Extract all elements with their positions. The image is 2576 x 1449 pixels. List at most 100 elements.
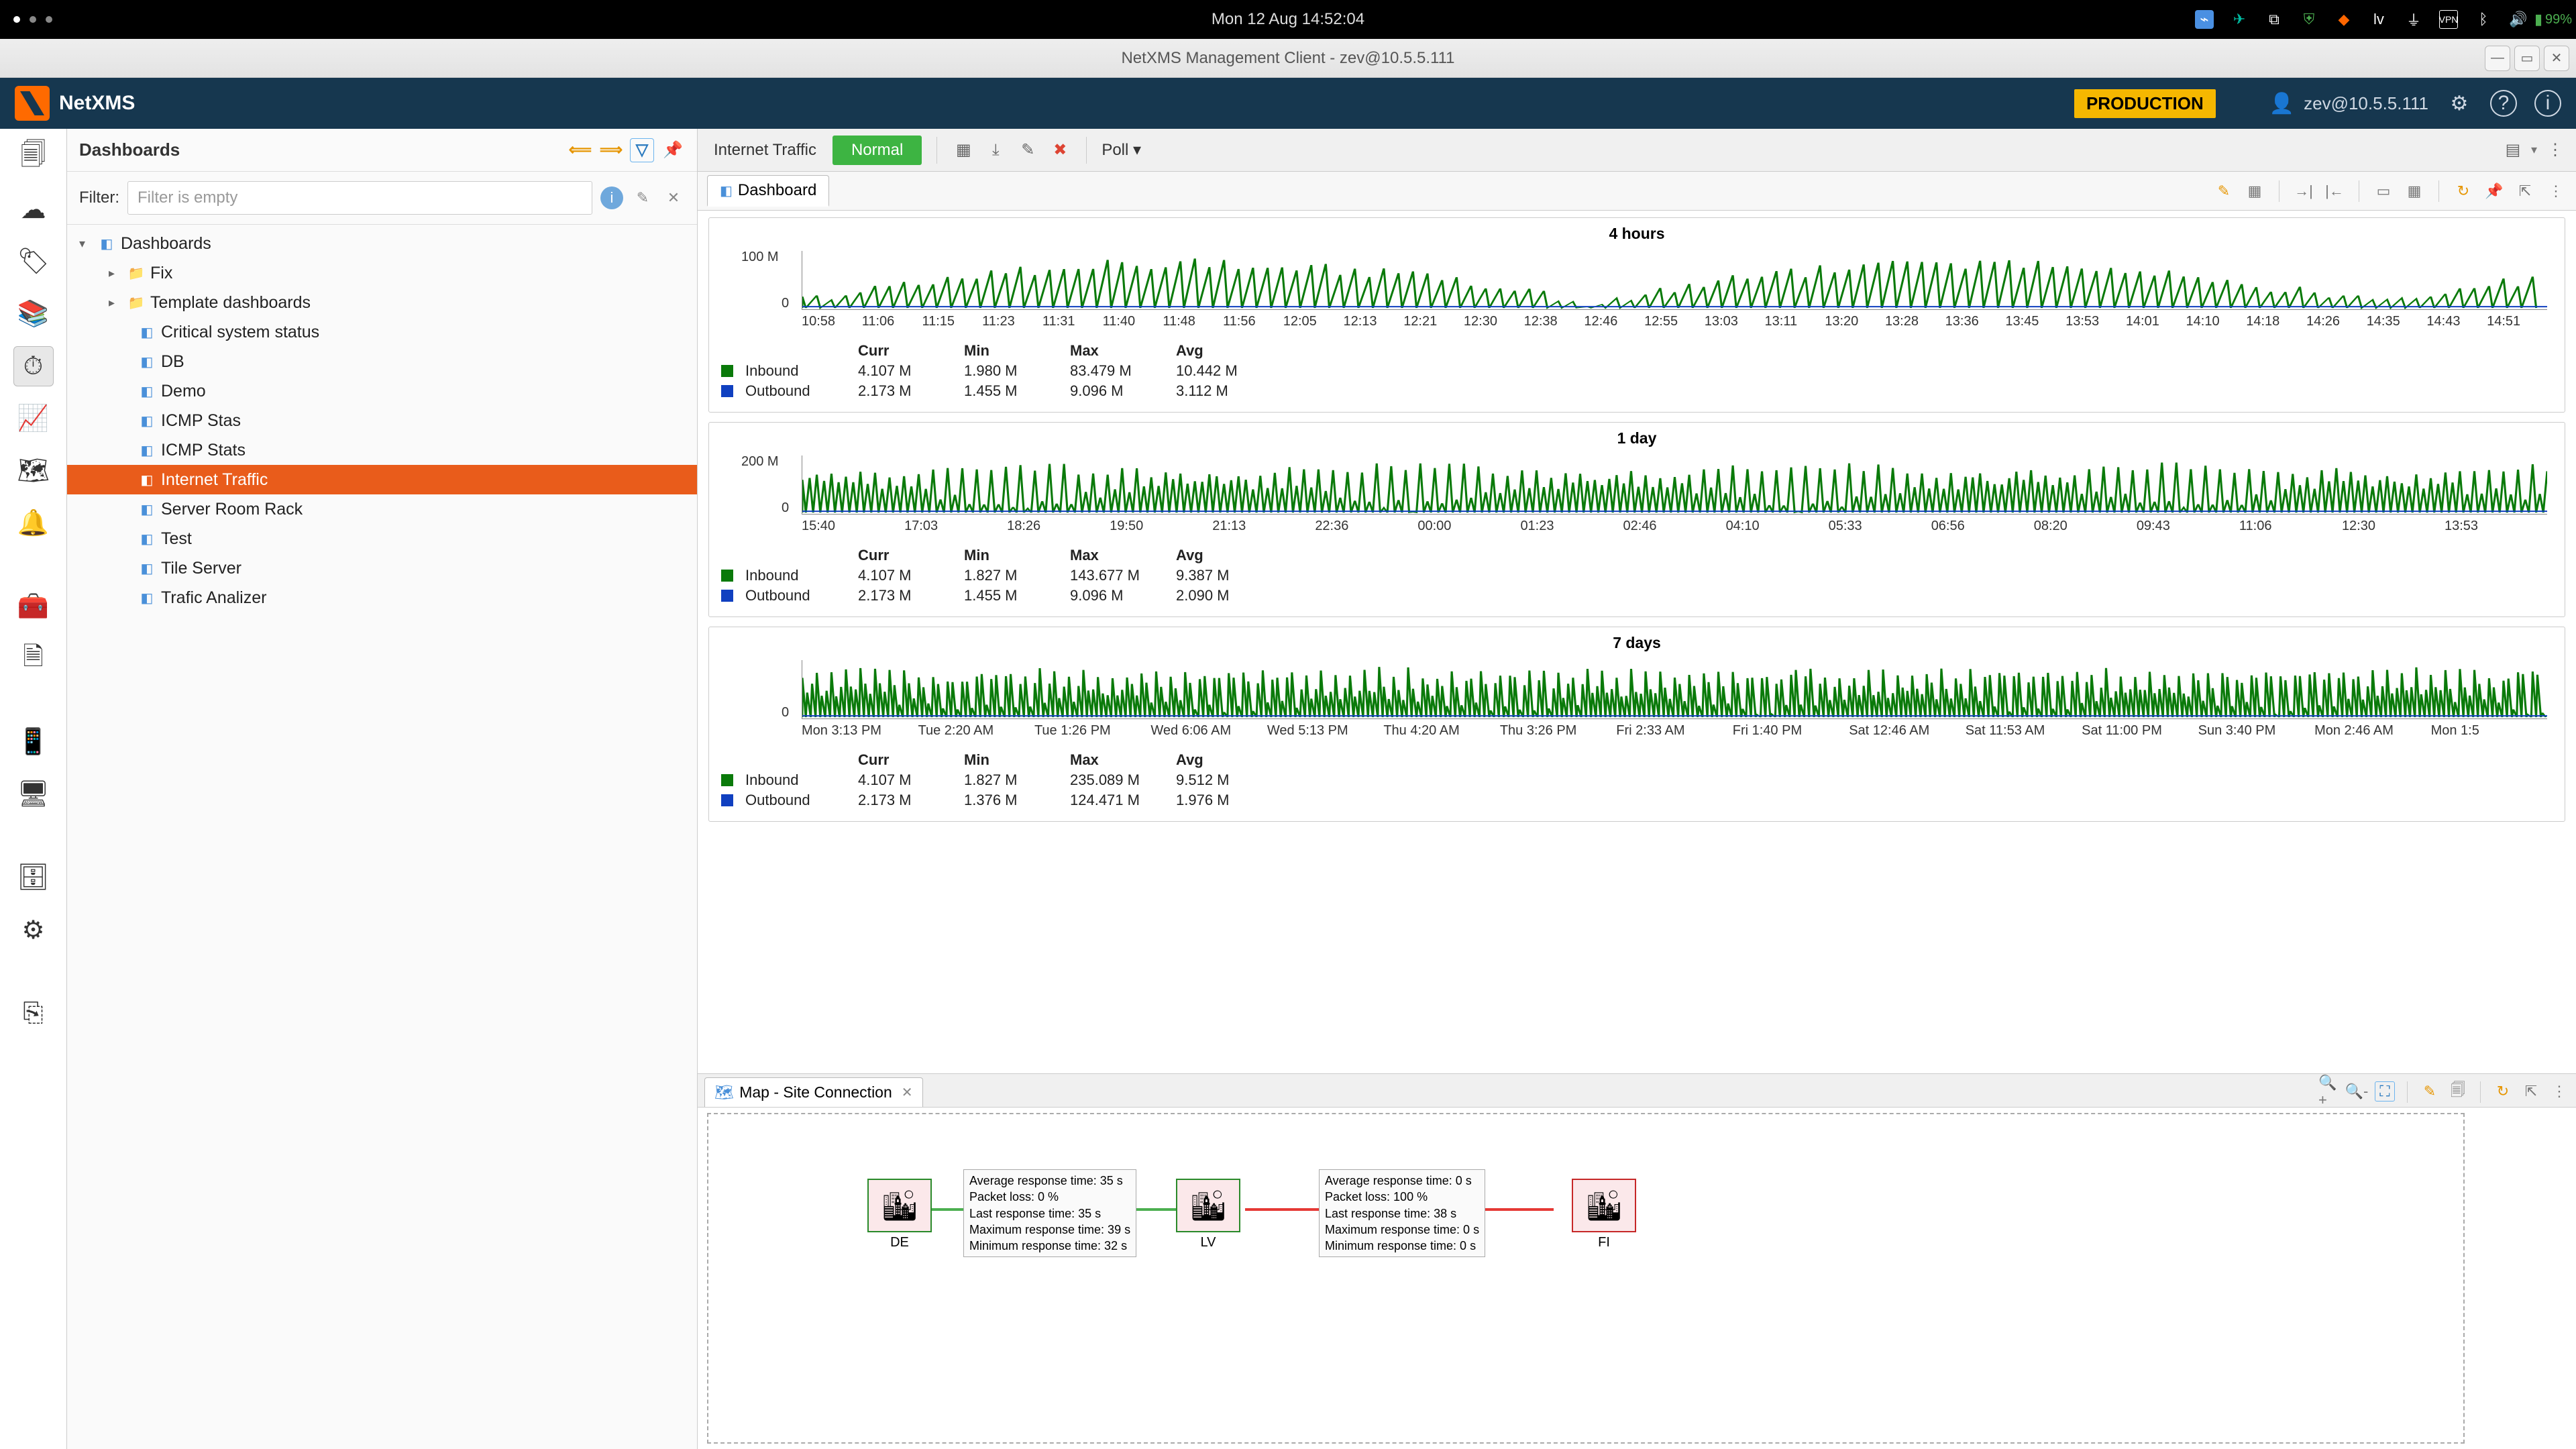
netxms-tray-icon[interactable]: ◆ xyxy=(2334,10,2353,29)
chart-plot[interactable]: 200 M 0 15:4017:0318:2619:5021:1322:3600… xyxy=(721,451,2553,539)
st-prev-icon[interactable]: |← xyxy=(2324,180,2345,202)
site-node-lv[interactable]: 🏙 LV xyxy=(1171,1179,1245,1250)
tb-grid-icon[interactable]: ▦ xyxy=(952,139,975,162)
window-minimize-button[interactable]: — xyxy=(2485,46,2510,71)
filter-close-icon[interactable]: ✕ xyxy=(662,186,685,209)
filter-clear-icon[interactable]: ✎ xyxy=(631,186,654,209)
rail-bell-icon[interactable]: 🔔 xyxy=(13,503,54,543)
zoom-in-icon[interactable]: 🔍+ xyxy=(2318,1081,2339,1102)
st-layout-icon[interactable]: ▦ xyxy=(2244,180,2265,202)
workspaces-indicator[interactable] xyxy=(13,16,52,23)
window-close-button[interactable]: ✕ xyxy=(2544,46,2569,71)
filter-info-icon[interactable]: i xyxy=(600,186,623,209)
vpn-icon[interactable]: VPN xyxy=(2439,10,2458,29)
info-icon[interactable]: i xyxy=(2534,90,2561,117)
st-kebab-icon[interactable]: ⋮ xyxy=(2545,180,2567,202)
tree-item[interactable]: ◧Test xyxy=(67,524,697,553)
subtab-dashboard[interactable]: ◧ Dashboard xyxy=(707,175,829,207)
workspace-dot[interactable] xyxy=(46,16,52,23)
tree-folder-fix[interactable]: ▸📁 Fix xyxy=(67,258,697,288)
zoom-out-icon[interactable]: 🔍- xyxy=(2347,1081,2367,1102)
map-tab[interactable]: 🗺 Map - Site Connection ✕ xyxy=(704,1077,923,1107)
tree-item[interactable]: ◧ICMP Stats xyxy=(67,435,697,465)
rail-gear-icon[interactable]: ⚙ xyxy=(13,910,54,950)
st-pin-icon[interactable]: 📌 xyxy=(2483,180,2505,202)
tree-item[interactable]: ◧Internet Traffic xyxy=(67,465,697,494)
telegram-icon[interactable]: ✈ xyxy=(2230,10,2249,29)
st-grid-icon[interactable]: ▦ xyxy=(2404,180,2425,202)
settings-sliders-icon[interactable]: ⚙ xyxy=(2446,90,2473,117)
st-popout-icon[interactable]: ⇱ xyxy=(2514,180,2536,202)
map-copy-icon[interactable]: 🗐 xyxy=(2448,1081,2468,1102)
volume-icon[interactable]: 🔊 xyxy=(2509,10,2528,29)
rail-tags-icon[interactable]: 🏷 xyxy=(13,241,54,282)
environment-badge: PRODUCTION xyxy=(2074,89,2216,118)
rail-phone-icon[interactable]: 📱 xyxy=(13,722,54,762)
user-menu[interactable]: 👤 zev@10.5.5.111 xyxy=(2269,92,2428,115)
rail-copy-icon[interactable]: 🗐 xyxy=(13,137,54,177)
os-clock[interactable]: Mon 12 Aug 14:52:04 xyxy=(1212,10,1364,29)
rail-docs-icon[interactable]: 🗎 xyxy=(13,639,54,679)
keyboard-layout[interactable]: lv xyxy=(2369,10,2388,29)
tree-item[interactable]: ◧Server Room Rack xyxy=(67,494,697,524)
nav-forward-icon[interactable]: ⟹ xyxy=(599,138,623,162)
site-label: DE xyxy=(863,1235,936,1250)
site-node-de[interactable]: 🏙 DE xyxy=(863,1179,936,1250)
bluetooth-icon[interactable]: ⌁ xyxy=(2195,10,2214,29)
rail-cloud-icon[interactable]: ☁ xyxy=(13,189,54,229)
tb-delete-icon[interactable]: ✖ xyxy=(1049,139,1071,162)
bluetooth-status-icon[interactable]: ᛒ xyxy=(2474,10,2493,29)
shield-icon[interactable]: ⛨ xyxy=(2300,10,2318,29)
rail-server-icon[interactable]: 🗄 xyxy=(13,857,54,898)
rail-exit-icon[interactable]: ⎘ xyxy=(13,993,54,1033)
st-next-icon[interactable]: →| xyxy=(2293,180,2314,202)
pin-icon[interactable]: 📌 xyxy=(661,138,685,162)
tree-item[interactable]: ◧DB xyxy=(67,347,697,376)
tree-item[interactable]: ◧Trafic Analizer xyxy=(67,583,697,612)
battery-icon[interactable]: ▮99% xyxy=(2544,10,2563,29)
window-maximize-button[interactable]: ▭ xyxy=(2514,46,2540,71)
dropbox-icon[interactable]: ⧉ xyxy=(2265,10,2284,29)
chart-plot[interactable]: 100 M 0 10:5811:0611:1511:2311:3111:4011… xyxy=(721,247,2553,334)
nav-back-icon[interactable]: ⟸ xyxy=(568,138,592,162)
rail-dashboard-icon[interactable]: ⏱ xyxy=(13,346,54,386)
rail-monitor-icon[interactable]: 🖥 xyxy=(13,774,54,814)
help-icon[interactable]: ? xyxy=(2490,90,2517,117)
map-kebab-icon[interactable]: ⋮ xyxy=(2549,1081,2569,1102)
rail-graph-icon[interactable]: 📈 xyxy=(13,398,54,439)
tree-root[interactable]: ▾◧ Dashboards xyxy=(67,229,697,258)
tree-folder-template[interactable]: ▸📁 Template dashboards xyxy=(67,288,697,317)
map-tab-close-icon[interactable]: ✕ xyxy=(902,1084,913,1101)
rail-map-icon[interactable]: 🗺 xyxy=(13,451,54,491)
rail-toolbox-icon[interactable]: 🧰 xyxy=(13,586,54,627)
filter-input[interactable] xyxy=(127,181,592,215)
wifi-icon[interactable]: ⏚ xyxy=(2404,10,2423,29)
st-window-icon[interactable]: ▭ xyxy=(2373,180,2394,202)
tree-item[interactable]: ◧ICMP Stas xyxy=(67,406,697,435)
dashboard-tree[interactable]: ▾◧ Dashboards ▸📁 Fix ▸📁 Template dashboa… xyxy=(67,225,697,616)
st-edit-icon[interactable]: ✎ xyxy=(2213,180,2235,202)
map-popout-icon[interactable]: ⇱ xyxy=(2521,1081,2541,1102)
workspace-dot[interactable] xyxy=(30,16,36,23)
st-refresh-icon[interactable]: ↻ xyxy=(2453,180,2474,202)
tree-item[interactable]: ◧Critical system status xyxy=(67,317,697,347)
poll-menu[interactable]: Poll ▾ xyxy=(1102,140,1141,160)
tb-edit-icon[interactable]: ✎ xyxy=(1016,139,1039,162)
tree-item[interactable]: ◧Demo xyxy=(67,376,697,406)
map-refresh-icon[interactable]: ↻ xyxy=(2493,1081,2513,1102)
map-canvas[interactable]: 🏙 DE 🏙 LV 🏙 FI Average response time: 35… xyxy=(707,1113,2465,1444)
tb-more-icon[interactable]: ⋮ xyxy=(2544,139,2567,162)
rail-library-icon[interactable]: 📚 xyxy=(13,294,54,334)
app-logo-icon xyxy=(15,86,50,121)
tree-item[interactable]: ◧Tile Server xyxy=(67,553,697,583)
tb-export-icon[interactable]: ⤓ xyxy=(984,139,1007,162)
chart-xticks: 15:4017:0318:2619:5021:1322:3600:0001:23… xyxy=(802,519,2547,539)
dashboard-item-icon: ◧ xyxy=(138,500,156,518)
filter-icon[interactable]: ▽ xyxy=(630,138,654,162)
tb-calendar-icon[interactable]: ▤ xyxy=(2502,139,2524,162)
site-node-fi[interactable]: 🏙 FI xyxy=(1567,1179,1641,1250)
workspace-dot[interactable] xyxy=(13,16,20,23)
map-edit-icon[interactable]: ✎ xyxy=(2420,1081,2440,1102)
chart-plot[interactable]: 0 Mon 3:13 PMTue 2:20 AMTue 1:26 PMWed 6… xyxy=(721,656,2553,743)
fit-icon[interactable]: ⛶ xyxy=(2375,1081,2395,1102)
